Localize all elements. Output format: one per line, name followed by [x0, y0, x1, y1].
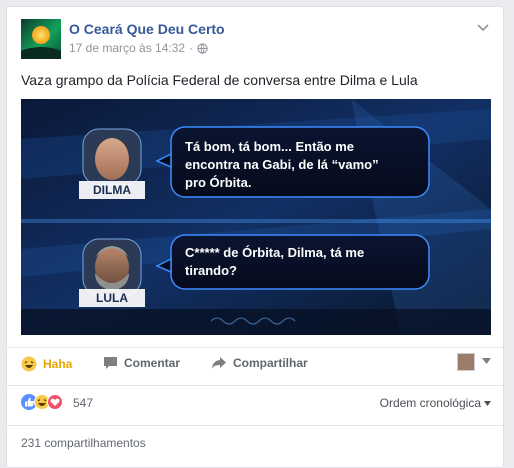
shares-row: 231 compartilhamentos	[7, 425, 503, 452]
globe-icon	[197, 42, 208, 54]
bubble2-line1: C***** de Órbita, Dilma, tá me	[185, 245, 364, 260]
comment-order-label: Ordem cronológica	[379, 396, 481, 410]
page-avatar[interactable]	[21, 19, 61, 59]
haha-reaction-button[interactable]: Haha	[21, 356, 72, 372]
share-arrow-icon	[212, 357, 226, 369]
post-text: Vaza grampo da Polícia Federal de conver…	[21, 72, 418, 88]
reaction-count[interactable]: 547	[73, 396, 93, 410]
comment-order-dropdown[interactable]: Ordem cronológica	[380, 396, 491, 410]
comment-label: Comentar	[124, 356, 181, 370]
shares-count-link[interactable]: 231 compartilhamentos	[21, 436, 146, 450]
reaction-icons[interactable]	[21, 394, 63, 410]
bubble2-line2: tirando?	[185, 263, 237, 278]
commenter-avatar[interactable]	[457, 353, 475, 371]
bubble1-line3: pro Órbita.	[185, 175, 251, 190]
share-label: Compartilhar	[233, 356, 308, 370]
post-card: O Ceará Que Deu Certo 17 de março às 14:…	[6, 6, 504, 468]
caret-down-icon[interactable]	[482, 358, 491, 364]
chevron-down-icon[interactable]	[475, 19, 491, 35]
share-button[interactable]: Compartilhar	[211, 356, 308, 370]
comment-icon	[104, 357, 117, 369]
lula-label: LULA	[96, 291, 128, 305]
dilma-portrait	[82, 128, 142, 186]
caret-down-icon	[484, 400, 491, 406]
comment-button[interactable]: Comentar	[103, 356, 180, 370]
post-timestamp[interactable]: 17 de março às 14:32	[69, 41, 185, 55]
dilma-label: DILMA	[93, 183, 131, 197]
post-meta: 17 de março às 14:32 ·	[69, 41, 208, 55]
bubble1-line1: Tá bom, tá bom... Então me	[185, 139, 354, 154]
page-name-link[interactable]: O Ceará Que Deu Certo	[69, 21, 225, 37]
haha-label: Haha	[43, 357, 73, 371]
post-actions-bar: Haha Comentar Compartilhar	[7, 347, 503, 380]
lula-portrait	[82, 238, 142, 296]
bubble1-line2: encontra na Gabi, de lá “vamo”	[185, 157, 379, 172]
post-image[interactable]: Tá bom, tá bom... Então me encontra na G…	[21, 99, 491, 335]
haha-icon	[21, 356, 37, 372]
reactions-bar: 547 Ordem cronológica	[7, 385, 503, 420]
love-reaction-icon	[47, 394, 63, 410]
